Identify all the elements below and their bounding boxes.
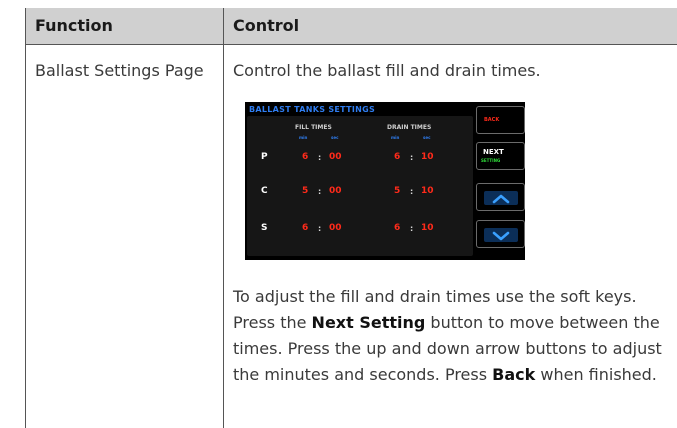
p-fill-min[interactable]: 6	[302, 152, 308, 162]
row-label-p: P	[261, 152, 268, 162]
c-fill-min[interactable]: 5	[302, 186, 308, 196]
function-cell: Ballast Settings Page	[35, 61, 204, 80]
instructions-paragraph: To adjust the fill and drain times use t…	[233, 284, 673, 388]
row-label-c: C	[261, 186, 268, 196]
next-setting-softkey-button[interactable]: NEXT SETTING	[476, 142, 525, 170]
s-fill-sec[interactable]: 00	[329, 223, 342, 233]
s-fill-min[interactable]: 6	[302, 223, 308, 233]
back-emphasis: Back	[492, 365, 536, 384]
row-label-s: S	[261, 223, 268, 233]
s-drain-sec[interactable]: 10	[421, 223, 434, 233]
s-drain-min[interactable]: 6	[394, 223, 400, 233]
instructions-text-3: when finished.	[535, 365, 657, 384]
p-drain-min[interactable]: 6	[394, 152, 400, 162]
table-header: Function Control	[25, 8, 677, 44]
up-arrow-softkey-button[interactable]	[476, 183, 525, 211]
colon: :	[410, 224, 414, 233]
down-arrow-softkey-button[interactable]	[476, 220, 525, 248]
next-setting-emphasis: Next Setting	[311, 313, 426, 332]
drain-sec-unit: sec	[423, 135, 431, 140]
ballast-settings-screen: BALLAST TANKS SETTINGS FILL TIMES DRAIN …	[245, 102, 525, 260]
colon: :	[318, 224, 322, 233]
fill-min-unit: min	[299, 135, 308, 140]
colon: :	[410, 187, 414, 196]
c-fill-sec[interactable]: 00	[329, 186, 342, 196]
drain-times-header: DRAIN TIMES	[387, 124, 432, 131]
drain-min-unit: min	[391, 135, 400, 140]
function-control-table: Function Control Ballast Settings Page C…	[25, 8, 677, 428]
header-function: Function	[35, 16, 113, 35]
table-header-divider	[25, 44, 677, 45]
p-drain-sec[interactable]: 10	[421, 152, 434, 162]
table-left-border	[25, 8, 26, 428]
screen-title: BALLAST TANKS SETTINGS	[249, 105, 376, 114]
colon: :	[410, 153, 414, 162]
next-label: NEXT	[483, 148, 504, 156]
fill-times-header: FILL TIMES	[295, 124, 332, 131]
p-fill-sec[interactable]: 00	[329, 152, 342, 162]
header-control: Control	[233, 16, 300, 35]
fill-sec-unit: sec	[331, 135, 339, 140]
table-column-divider	[223, 8, 224, 428]
control-intro-text: Control the ballast fill and drain times…	[233, 61, 541, 80]
back-softkey-button[interactable]: BACK	[476, 106, 525, 134]
colon: :	[318, 153, 322, 162]
c-drain-sec[interactable]: 10	[421, 186, 434, 196]
back-label: BACK	[484, 117, 500, 123]
c-drain-min[interactable]: 5	[394, 186, 400, 196]
settings-panel: FILL TIMES DRAIN TIMES min sec min sec P…	[247, 116, 473, 256]
down-arrow-icon	[484, 228, 518, 242]
colon: :	[318, 187, 322, 196]
up-arrow-icon	[484, 191, 518, 205]
setting-label: SETTING	[481, 158, 501, 163]
